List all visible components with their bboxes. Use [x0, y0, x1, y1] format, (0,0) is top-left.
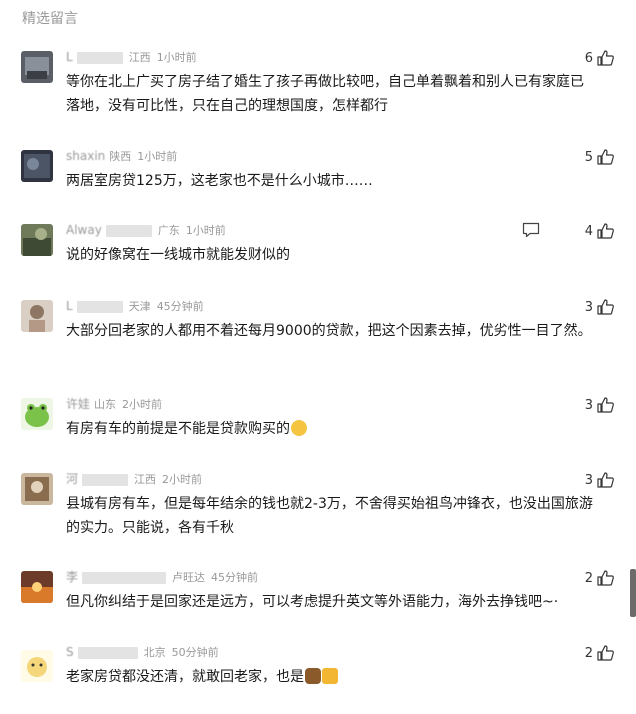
comment-text-body: 有房有车的前提是不能是贷款购买的 [66, 421, 290, 437]
comment-meta: 河 江西 2小时前 [66, 471, 202, 487]
sweat-emoji-icon [291, 420, 307, 436]
avatar[interactable] [21, 51, 53, 83]
thumbs-up-icon [597, 223, 614, 239]
author-location: 陕西 [109, 150, 132, 163]
author-location: 天津 [128, 300, 151, 313]
comment-meta: L 江西 1小时前 [66, 49, 197, 65]
avatar[interactable] [21, 150, 53, 182]
comment-meta: 李 卢旺达 45分钟前 [66, 569, 258, 585]
like-button[interactable]: 2 [585, 569, 614, 587]
author-name[interactable]: 李 [66, 570, 78, 584]
author-name[interactable]: L [66, 50, 73, 64]
like-button[interactable]: 3 [585, 396, 614, 414]
like-count: 3 [584, 397, 593, 413]
comment-text: 有房有车的前提是不能是贷款购买的 [66, 417, 596, 441]
avatar[interactable] [21, 224, 53, 256]
like-button[interactable]: 2 [585, 644, 614, 662]
comment-time: 1小时前 [137, 150, 178, 163]
comment-time: 2小时前 [162, 473, 203, 486]
comment-time: 1小时前 [156, 51, 197, 64]
beer-emoji-icon [322, 668, 338, 684]
like-count: 6 [584, 50, 593, 66]
author-location: 广东 [157, 224, 180, 237]
avatar[interactable] [21, 300, 53, 332]
like-button[interactable]: 5 [585, 148, 614, 166]
name-mask [105, 225, 152, 237]
comment-text-body: 老家房贷都没还清，就敢回老家，也是 [66, 669, 304, 685]
avatar[interactable] [21, 398, 53, 430]
comment-time: 45分钟前 [211, 571, 259, 584]
like-count: 4 [584, 223, 593, 239]
comment-text: 县城有房有车，但是每年结余的钱也就2-3万，不舍得买始祖鸟冲锋衣，也没出国旅游的… [66, 496, 593, 536]
comment-meta: L 天津 45分钟前 [66, 298, 204, 314]
cow-emoji-icon [305, 668, 321, 684]
name-mask [82, 572, 167, 584]
name-mask [77, 647, 138, 659]
scrollbar[interactable] [630, 569, 636, 617]
comment-text: 老家房贷都没还清，就敢回老家，也是 [66, 665, 596, 689]
comment-text: 但凡你纠结于是回家还是远方，可以考虑提升英文等外语能力，海外去挣钱吧~· [66, 594, 559, 610]
comment-text: 说的好像窝在一线城市就能发财似的 [66, 247, 290, 263]
author-location: 山东 [94, 398, 117, 411]
like-count: 3 [584, 299, 593, 315]
author-name[interactable]: Alway [66, 223, 102, 237]
comment-text: 等你在北上广买了房子结了婚生了孩子再做比较吧，自己单着飘着和别人已有家庭已落地，… [66, 74, 584, 114]
name-mask [82, 474, 129, 486]
section-title: 精选留言 [22, 11, 78, 27]
comment-meta: shaxin 陕西 1小时前 [66, 148, 177, 164]
comment-text: 两居室房贷125万，这老家也不是什么小城市…… [66, 173, 373, 189]
author-location: 卢旺达 [172, 571, 206, 584]
thumbs-up-icon [597, 299, 614, 315]
avatar[interactable] [21, 571, 53, 603]
thumbs-up-icon [597, 570, 614, 586]
like-button[interactable]: 6 [585, 49, 614, 67]
author-name[interactable]: S [66, 645, 74, 659]
author-name[interactable]: L [66, 299, 73, 313]
comment-time: 1小时前 [185, 224, 226, 237]
author-name[interactable]: shaxin [66, 149, 105, 163]
like-button[interactable]: 4 [585, 222, 614, 240]
author-location: 江西 [128, 51, 151, 64]
thumbs-up-icon [597, 645, 614, 661]
like-count: 5 [584, 149, 593, 165]
like-button[interactable]: 3 [585, 298, 614, 316]
like-button[interactable]: 3 [585, 471, 614, 489]
thumbs-up-icon [597, 472, 614, 488]
comment-meta: Alway 广东 1小时前 [66, 222, 226, 238]
like-count: 2 [584, 645, 593, 661]
avatar[interactable] [21, 650, 53, 682]
comment-meta: S 北京 50分钟前 [66, 644, 219, 660]
name-mask [76, 301, 123, 313]
comment-time: 50分钟前 [171, 646, 219, 659]
thumbs-up-icon [597, 149, 614, 165]
author-name[interactable]: 许娃 [66, 397, 90, 411]
author-location: 北京 [143, 646, 166, 659]
comment-text: 大部分回老家的人都用不着还每月9000的贷款，把这个因素去掉，优劣性一目了然。 [66, 323, 592, 339]
like-count: 2 [584, 570, 593, 586]
author-location: 江西 [134, 473, 157, 486]
comment-time: 2小时前 [122, 398, 163, 411]
thumbs-up-icon [597, 397, 614, 413]
name-mask [76, 52, 123, 64]
comment-time: 45分钟前 [156, 300, 204, 313]
reply-button[interactable] [522, 222, 540, 242]
avatar[interactable] [21, 473, 53, 505]
comment-icon [522, 222, 540, 238]
thumbs-up-icon [597, 50, 614, 66]
author-name[interactable]: 河 [66, 472, 78, 486]
like-count: 3 [584, 472, 593, 488]
comment-meta: 许娃 山东 2小时前 [66, 396, 162, 412]
